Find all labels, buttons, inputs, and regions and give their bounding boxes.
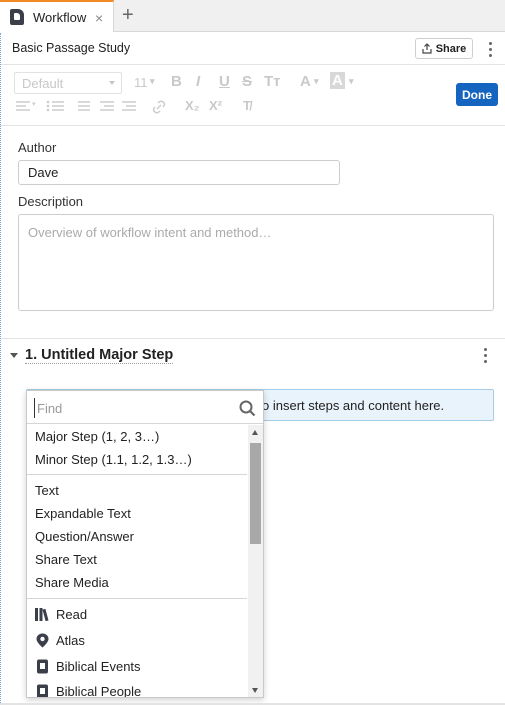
focus-edge	[0, 33, 1, 705]
dropdown-scrollbar[interactable]	[248, 425, 263, 697]
font-size-select[interactable]: 11	[134, 75, 148, 90]
menu-item-expandable-text[interactable]: Expandable Text	[35, 506, 131, 521]
author-field[interactable]: Dave	[18, 160, 340, 185]
menu-item-atlas[interactable]: Atlas	[35, 633, 85, 648]
menu-item-biblical-events[interactable]: Biblical Events	[35, 659, 141, 674]
tab-workflow[interactable]: Workflow ×	[0, 0, 114, 32]
bold-icon[interactable]: B	[171, 73, 182, 90]
close-icon[interactable]: ×	[95, 10, 103, 26]
chevron-down-icon: ▾	[150, 76, 155, 86]
font-color-icon[interactable]: A	[300, 73, 311, 90]
underline-icon[interactable]: U	[219, 73, 230, 90]
menu-item-read[interactable]: Read	[35, 607, 87, 622]
scroll-thumb[interactable]	[250, 443, 261, 544]
menu-divider	[27, 474, 247, 475]
map-pin-icon	[36, 633, 49, 648]
done-button[interactable]: Done	[456, 83, 498, 106]
document-icon	[37, 659, 48, 674]
menu-item-major-step[interactable]: Major Step (1, 2, 3…)	[35, 429, 159, 444]
chevron-down-icon: ▾	[349, 76, 354, 86]
menu-item-question-answer[interactable]: Question/Answer	[35, 529, 134, 544]
more-options-icon[interactable]	[489, 42, 493, 60]
scroll-up-icon[interactable]	[252, 430, 258, 435]
menu-item-label: Biblical Events	[56, 659, 141, 674]
books-icon	[35, 608, 49, 621]
find-input[interactable]	[34, 398, 224, 418]
description-label: Description	[18, 194, 84, 209]
scroll-down-icon[interactable]	[252, 688, 258, 693]
superscript-icon[interactable]: X²	[209, 98, 222, 113]
clear-formatting-icon[interactable]: T̸	[243, 98, 251, 113]
italic-icon[interactable]: I	[196, 73, 200, 90]
share-label: Share	[435, 42, 467, 55]
svg-text:▾: ▾	[32, 101, 36, 108]
menu-item-label: Read	[56, 607, 88, 622]
font-family-select[interactable]: Default	[14, 72, 122, 94]
menu-item-biblical-people[interactable]: Biblical People	[35, 684, 142, 698]
document-icon	[10, 9, 24, 25]
share-button[interactable]: Share	[415, 38, 473, 59]
insert-dropdown: Major Step (1, 2, 3…) Minor Step (1.1, 1…	[26, 390, 264, 698]
tab-label: Workflow	[33, 9, 87, 25]
tab-strip: Workflow × +	[0, 0, 505, 32]
description-field[interactable]: Overview of workflow intent and method…	[18, 214, 494, 311]
menu-divider	[27, 598, 247, 599]
subscript-icon[interactable]: X₂	[185, 98, 199, 113]
document-title: Basic Passage Study	[12, 41, 131, 55]
menu-item-label: Atlas	[56, 633, 85, 648]
formatting-toolbar: Default 11 ▾ B I U S Tт A ▾ A ▾ ▾ X₂ X² …	[0, 66, 505, 126]
add-tab-icon[interactable]: +	[122, 4, 134, 27]
collapse-caret-icon[interactable]	[10, 353, 18, 358]
section-divider	[0, 338, 505, 339]
list-formatting-icons[interactable]: ▾	[16, 100, 136, 114]
author-label: Author	[18, 140, 57, 155]
font-family-value: Default	[22, 76, 64, 91]
share-icon	[422, 43, 432, 54]
document-icon	[37, 684, 48, 697]
chevron-down-icon	[109, 81, 115, 85]
menu-item-share-media[interactable]: Share Media	[35, 575, 109, 590]
step-options-icon[interactable]	[484, 348, 488, 366]
find-box	[27, 391, 263, 424]
menu-item-minor-step[interactable]: Minor Step (1.1, 1.2, 1.3…)	[35, 452, 192, 467]
document-header: Basic Passage Study Share	[0, 33, 505, 65]
menu-item-label: Biblical People	[56, 684, 142, 698]
menu-item-text[interactable]: Text	[35, 483, 59, 498]
highlight-color-icon[interactable]: A	[330, 72, 345, 89]
strikethrough-icon[interactable]: S	[242, 73, 252, 90]
search-icon	[239, 400, 256, 417]
menu-item-share-text[interactable]: Share Text	[35, 552, 97, 567]
chevron-down-icon: ▾	[314, 76, 319, 86]
link-icon[interactable]	[151, 100, 167, 114]
step-title[interactable]: 1. Untitled Major Step	[25, 347, 174, 364]
text-case-icon[interactable]: Tт	[264, 73, 281, 90]
insert-hint: o insert steps and content here.	[262, 398, 445, 413]
